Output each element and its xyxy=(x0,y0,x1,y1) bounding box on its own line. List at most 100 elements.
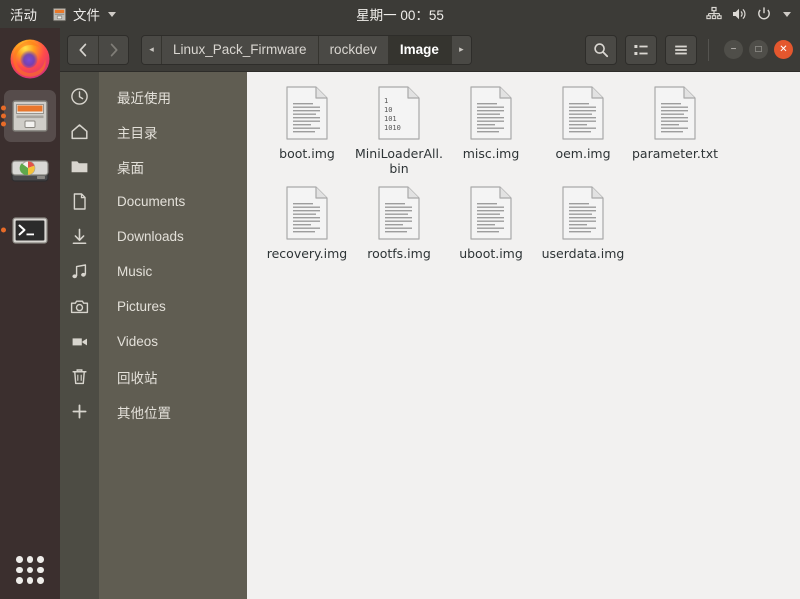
back-button[interactable] xyxy=(68,36,98,64)
sidebar-item-other-locations[interactable] xyxy=(60,394,99,429)
sidebar-item-pictures[interactable] xyxy=(60,289,99,324)
maximize-button[interactable]: □ xyxy=(749,40,768,59)
text-document-icon xyxy=(285,186,329,240)
terminal-icon xyxy=(10,210,50,250)
chevron-down-icon xyxy=(783,12,791,17)
file-name-label: rootfs.img xyxy=(367,246,431,261)
file-item[interactable]: recovery.img xyxy=(261,182,353,267)
text-document-icon xyxy=(561,86,605,140)
desktop-screen: 活动 文件 星期一 00：55 xyxy=(0,0,800,599)
file-item[interactable]: boot.img xyxy=(261,82,353,182)
svg-text:101: 101 xyxy=(384,115,397,123)
breadcrumb-next-label: ▸ xyxy=(459,44,464,55)
sidebar-label-documents[interactable]: Documents xyxy=(99,184,247,219)
search-icon xyxy=(593,42,609,58)
plus-icon xyxy=(70,402,89,421)
search-button[interactable] xyxy=(585,35,617,65)
text-document-icon xyxy=(377,186,421,240)
breadcrumb-label: Image xyxy=(400,42,439,57)
text-document-icon xyxy=(653,86,697,140)
firefox-icon xyxy=(8,37,52,81)
text-document-icon xyxy=(469,186,513,240)
main-menu-button[interactable] xyxy=(665,35,697,65)
app-menu-button[interactable]: 文件 xyxy=(46,0,122,28)
ubuntu-dock xyxy=(0,28,60,599)
file-item[interactable]: misc.img xyxy=(445,82,537,182)
sidebar-item-home[interactable] xyxy=(60,114,99,149)
breadcrumb-item-image[interactable]: Image xyxy=(389,36,451,64)
sidebar-label-music[interactable]: Music xyxy=(99,254,247,289)
dock-item-firefox[interactable] xyxy=(4,33,56,85)
binary-document-icon: 1 10 101 1010 xyxy=(377,86,421,140)
places-sidebar: 最近使用 主目录 桌面 Documents Downloads Music Pi… xyxy=(60,72,247,599)
network-icon xyxy=(706,6,722,22)
home-icon xyxy=(70,122,89,141)
file-name-label: parameter.txt xyxy=(632,146,718,161)
video-camera-icon xyxy=(70,332,89,351)
sidebar-label-other-locations[interactable]: 其他位置 xyxy=(99,394,247,429)
sidebar-item-trash[interactable] xyxy=(60,359,99,394)
trash-icon xyxy=(70,367,89,386)
music-note-icon xyxy=(70,262,89,281)
breadcrumb-scroll-right[interactable]: ▸ xyxy=(451,36,471,64)
clock-icon xyxy=(70,87,89,106)
chevron-right-icon xyxy=(109,43,119,57)
file-item[interactable]: userdata.img xyxy=(537,182,629,267)
file-item[interactable]: 1 10 101 1010 MiniLoaderAll.bin xyxy=(353,82,445,182)
view-options-button[interactable] xyxy=(625,35,657,65)
sidebar-label-pictures[interactable]: Pictures xyxy=(99,289,247,324)
close-button[interactable]: ✕ xyxy=(774,40,793,59)
sidebar-icon-column xyxy=(60,72,99,599)
disk-icon xyxy=(9,152,51,194)
sidebar-item-desktop[interactable] xyxy=(60,149,99,184)
breadcrumb-prev-label: ◂ xyxy=(149,44,154,55)
breadcrumb: ◂ Linux_Pack_Firmware rockdev Image ▸ xyxy=(141,35,472,65)
power-icon xyxy=(756,6,772,22)
sidebar-label-desktop[interactable]: 桌面 xyxy=(99,149,247,184)
activities-button[interactable]: 活动 xyxy=(0,0,46,28)
activities-label: 活动 xyxy=(10,4,37,24)
svg-text:1010: 1010 xyxy=(384,124,401,132)
file-item[interactable]: parameter.txt xyxy=(629,82,721,182)
sidebar-label-downloads[interactable]: Downloads xyxy=(99,219,247,254)
show-applications-button[interactable] xyxy=(9,549,51,591)
sidebar-label-home[interactable]: 主目录 xyxy=(99,114,247,149)
file-grid-view[interactable]: boot.img 1 10 101 1010 MiniLoaderAll.bin xyxy=(247,72,800,599)
running-indicator-dots xyxy=(1,228,6,233)
file-name-label: boot.img xyxy=(279,146,335,161)
sidebar-label-recent[interactable]: 最近使用 xyxy=(99,79,247,114)
sidebar-item-downloads[interactable] xyxy=(60,219,99,254)
text-document-icon xyxy=(561,186,605,240)
navigation-buttons xyxy=(67,35,129,65)
list-view-icon xyxy=(633,42,649,58)
breadcrumb-scroll-left[interactable]: ◂ xyxy=(142,36,162,64)
sidebar-item-documents[interactable] xyxy=(60,184,99,219)
file-name-label: uboot.img xyxy=(459,246,523,261)
document-icon xyxy=(70,192,89,211)
sidebar-item-music[interactable] xyxy=(60,254,99,289)
dock-item-terminal[interactable] xyxy=(4,204,56,256)
dock-item-disk-usage-analyzer[interactable] xyxy=(4,147,56,199)
text-document-icon xyxy=(469,86,513,140)
clock-label: 星期一 00：55 xyxy=(356,8,444,23)
chevron-down-icon xyxy=(108,12,116,17)
dock-item-files[interactable] xyxy=(4,90,56,142)
file-item[interactable]: rootfs.img xyxy=(353,182,445,267)
system-indicators[interactable] xyxy=(706,6,800,22)
sidebar-label-videos[interactable]: Videos xyxy=(99,324,247,359)
sidebar-item-recent[interactable] xyxy=(60,79,99,114)
minimize-button[interactable]: − xyxy=(724,40,743,59)
breadcrumb-label: Linux_Pack_Firmware xyxy=(173,42,307,57)
file-item[interactable]: uboot.img xyxy=(445,182,537,267)
sidebar-label-trash[interactable]: 回收站 xyxy=(99,359,247,394)
hamburger-menu-icon xyxy=(673,42,689,58)
breadcrumb-label: rockdev xyxy=(330,42,377,57)
breadcrumb-item-rockdev[interactable]: rockdev xyxy=(319,36,389,64)
gnome-top-bar: 活动 文件 星期一 00：55 xyxy=(0,0,800,28)
file-item[interactable]: oem.img xyxy=(537,82,629,182)
breadcrumb-item-linux-pack-firmware[interactable]: Linux_Pack_Firmware xyxy=(162,36,319,64)
volume-icon xyxy=(731,6,747,22)
nautilus-window: ◂ Linux_Pack_Firmware rockdev Image ▸ xyxy=(60,28,800,599)
forward-button[interactable] xyxy=(98,36,128,64)
sidebar-item-videos[interactable] xyxy=(60,324,99,359)
